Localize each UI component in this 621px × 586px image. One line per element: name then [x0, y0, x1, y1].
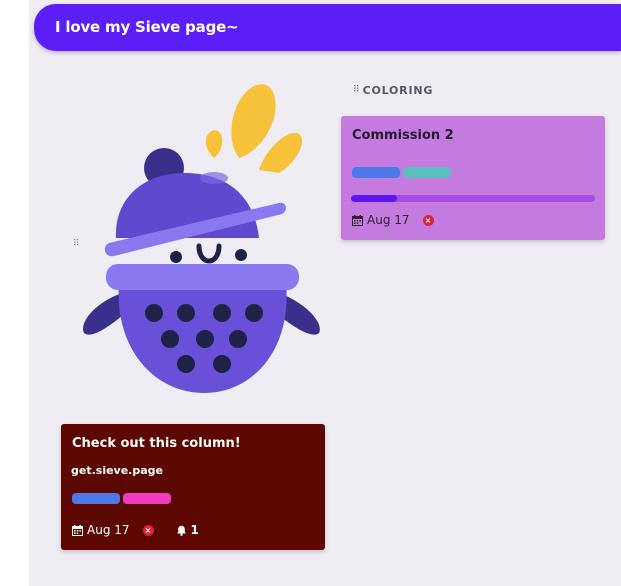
bell-icon — [176, 525, 186, 536]
column-header: ⠿ COLORING — [353, 84, 433, 97]
card-meta: Aug 17 × — [352, 213, 434, 227]
status-x-icon: × — [142, 524, 154, 536]
featured-card[interactable]: Check out this column! get.sieve.page Au… — [61, 424, 325, 550]
commission-card[interactable]: Commission 2 Aug 17 × — [341, 116, 605, 240]
label-pill[interactable] — [72, 493, 120, 504]
card-labels — [72, 493, 171, 504]
card-meta: Aug 17 × 1 — [72, 523, 199, 537]
calendar-icon — [352, 214, 363, 226]
column-title[interactable]: COLORING — [363, 84, 434, 97]
label-pill[interactable] — [403, 167, 451, 178]
label-pill[interactable] — [123, 493, 171, 504]
card-title: Check out this column! — [72, 436, 241, 451]
due-date: Aug 17 — [87, 523, 130, 537]
label-pill[interactable] — [352, 167, 400, 178]
sieve-mascot-image — [83, 84, 320, 393]
card-title: Commission 2 — [352, 128, 454, 143]
page-header: I love my Sieve page~ — [34, 4, 621, 51]
notification-count: 1 — [190, 523, 199, 537]
calendar-icon — [72, 524, 83, 536]
status-x-icon: × — [422, 214, 434, 226]
drag-handle-icon[interactable]: ⠿ — [73, 240, 80, 249]
due-date: Aug 17 — [367, 213, 410, 227]
drag-handle-icon[interactable]: ⠿ — [353, 86, 360, 95]
page-title[interactable]: I love my Sieve page~ — [55, 18, 239, 36]
card-subtitle: get.sieve.page — [71, 464, 163, 477]
progress-fill — [351, 195, 398, 202]
progress-bar — [351, 195, 595, 202]
card-labels — [352, 167, 451, 178]
